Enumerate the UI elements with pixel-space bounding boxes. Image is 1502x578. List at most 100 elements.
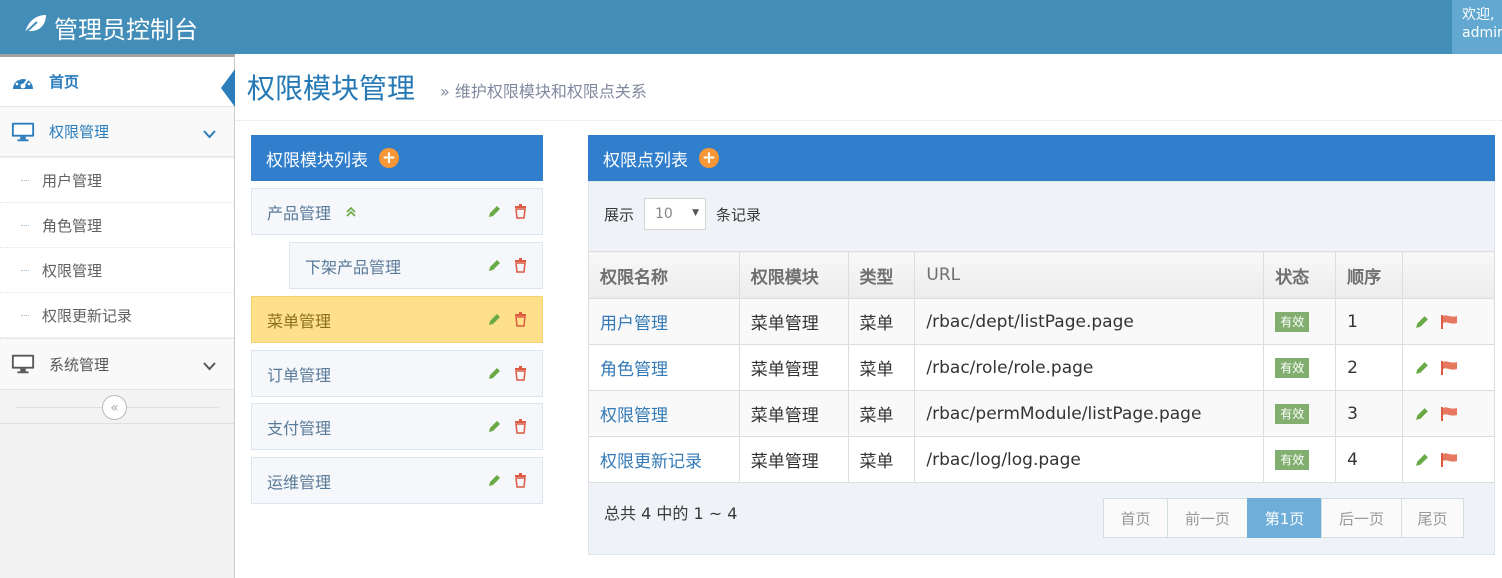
- user-menu[interactable]: 欢迎, admin: [1452, 0, 1502, 54]
- column-header[interactable]: 权限名称: [588, 251, 740, 299]
- module-label: 支付管理: [267, 418, 332, 438]
- perm-url-cell: /rbac/permModule/listPage.page: [914, 390, 1265, 437]
- perm-url-cell: /rbac/log/log.page: [914, 436, 1265, 483]
- module-list-title: 权限模块列表: [266, 150, 368, 171]
- pencil-icon[interactable]: [487, 366, 502, 381]
- sidebar-subitem-role-mgmt[interactable]: 角色管理: [0, 203, 234, 248]
- page-size-control: 展示 10 ▼ 条记录: [604, 198, 761, 230]
- column-header[interactable]: 类型: [847, 251, 916, 299]
- module-item[interactable]: 产品管理: [251, 188, 543, 235]
- page-title: 权限模块管理: [247, 72, 416, 105]
- page-header: 权限模块管理 » 维护权限模块和权限点关系: [235, 57, 1502, 121]
- show-label: 展示: [604, 205, 635, 224]
- perm-type-cell: 菜单: [847, 344, 916, 391]
- pager-current-page[interactable]: 第1页: [1247, 498, 1322, 538]
- status-badge: 有效: [1275, 450, 1310, 470]
- perm-list-header: 权限点列表 +: [588, 135, 1495, 181]
- sidebar-item-sys-mgmt[interactable]: 系统管理: [0, 338, 234, 390]
- plus-icon: +: [381, 147, 397, 168]
- chevron-down-icon: [203, 126, 216, 144]
- column-header: [1402, 251, 1495, 299]
- module-actions: [487, 258, 527, 273]
- expand-up-icon[interactable]: [345, 206, 357, 218]
- pager-next-button[interactable]: 后一页: [1321, 498, 1402, 538]
- module-item[interactable]: 订单管理: [251, 350, 543, 397]
- flag-icon[interactable]: [1440, 360, 1458, 376]
- username: admin: [1462, 25, 1502, 41]
- table-header-row: 权限名称 权限模块 类型 URL 状态 顺序: [588, 251, 1495, 299]
- module-actions: [487, 204, 527, 219]
- pencil-icon[interactable]: [487, 473, 502, 488]
- module-label: 运维管理: [267, 472, 332, 492]
- sidebar-subitem-user-mgmt[interactable]: 用户管理: [0, 158, 234, 203]
- trash-icon[interactable]: [514, 258, 527, 273]
- perm-name-link[interactable]: 权限管理: [600, 406, 668, 426]
- perm-table: 权限名称 权限模块 类型 URL 状态 顺序 用户管理 菜单管理 菜单 /rba…: [588, 251, 1495, 483]
- column-header[interactable]: URL: [914, 251, 1265, 299]
- sidebar-item-label: 系统管理: [49, 355, 110, 374]
- column-header[interactable]: 权限模块: [738, 251, 849, 299]
- pencil-icon[interactable]: [1414, 452, 1430, 468]
- perm-url-cell: /rbac/dept/listPage.page: [914, 298, 1265, 345]
- trash-icon[interactable]: [514, 204, 527, 219]
- collapse-sidebar-button[interactable]: «: [102, 395, 127, 420]
- perm-module-cell: 菜单管理: [738, 436, 849, 483]
- add-module-button[interactable]: +: [379, 148, 399, 168]
- pencil-icon[interactable]: [487, 258, 502, 273]
- sidebar-subitem-perm-mgmt[interactable]: 权限管理: [0, 248, 234, 293]
- brand-title: 管理员控制台: [54, 15, 198, 44]
- sidebar-subitem-label: 权限更新记录: [42, 306, 133, 325]
- module-item[interactable]: 运维管理: [251, 457, 543, 504]
- pencil-icon[interactable]: [487, 312, 502, 327]
- sidebar-subitem-perm-log[interactable]: 权限更新记录: [0, 293, 234, 338]
- brand[interactable]: 管理员控制台: [22, 9, 198, 45]
- flag-icon[interactable]: [1440, 452, 1458, 468]
- module-actions: [487, 312, 527, 327]
- sidebar-subitem-label: 用户管理: [42, 171, 103, 190]
- perm-name-link[interactable]: 权限更新记录: [600, 452, 702, 472]
- sidebar-item-home[interactable]: 首页: [0, 57, 235, 107]
- perm-order-cell: 1: [1335, 298, 1404, 345]
- perm-type-cell: 菜单: [847, 436, 916, 483]
- perm-module-cell: 菜单管理: [738, 298, 849, 345]
- module-label: 下架产品管理: [305, 257, 402, 277]
- leaf-icon: [22, 13, 54, 41]
- pencil-icon[interactable]: [1414, 406, 1430, 422]
- perm-module-cell: 菜单管理: [738, 390, 849, 437]
- pager-prev-button[interactable]: 前一页: [1167, 498, 1248, 538]
- perm-order-cell: 4: [1335, 436, 1404, 483]
- trash-icon[interactable]: [514, 473, 527, 488]
- pencil-icon[interactable]: [1414, 314, 1430, 330]
- module-item-selected[interactable]: 菜单管理: [251, 296, 543, 343]
- module-item[interactable]: 支付管理: [251, 403, 543, 450]
- pencil-icon[interactable]: [487, 419, 502, 434]
- column-header[interactable]: 状态: [1263, 251, 1337, 299]
- perm-list-title: 权限点列表: [603, 150, 688, 171]
- page-size-select[interactable]: 10 ▼: [644, 198, 707, 230]
- pager-last-button[interactable]: 尾页: [1401, 498, 1464, 538]
- module-label: 产品管理: [267, 203, 332, 223]
- add-perm-button[interactable]: +: [699, 148, 719, 168]
- perm-type-cell: 菜单: [847, 298, 916, 345]
- perm-name-link[interactable]: 用户管理: [600, 314, 668, 334]
- module-label: 菜单管理: [267, 311, 332, 331]
- table-row: 角色管理 菜单管理 菜单 /rbac/role/role.page 有效 2: [588, 344, 1495, 391]
- sidebar-item-label: 首页: [49, 73, 80, 91]
- module-actions: [487, 366, 527, 381]
- flag-icon[interactable]: [1440, 406, 1458, 422]
- flag-icon[interactable]: [1440, 314, 1458, 330]
- table-row: 用户管理 菜单管理 菜单 /rbac/dept/listPage.page 有效…: [588, 298, 1495, 345]
- pager-first-button[interactable]: 首页: [1103, 498, 1168, 538]
- column-header[interactable]: 顺序: [1335, 251, 1404, 299]
- trash-icon[interactable]: [514, 419, 527, 434]
- pencil-icon[interactable]: [1414, 360, 1430, 376]
- sidebar-item-perm-mgmt[interactable]: 权限管理: [0, 107, 234, 157]
- trash-icon[interactable]: [514, 312, 527, 327]
- module-item-child[interactable]: 下架产品管理: [289, 242, 543, 289]
- perm-module-cell: 菜单管理: [738, 344, 849, 391]
- trash-icon[interactable]: [514, 366, 527, 381]
- perm-name-link[interactable]: 角色管理: [600, 360, 668, 380]
- desktop-icon: [11, 121, 35, 143]
- perm-order-cell: 3: [1335, 390, 1404, 437]
- pencil-icon[interactable]: [487, 204, 502, 219]
